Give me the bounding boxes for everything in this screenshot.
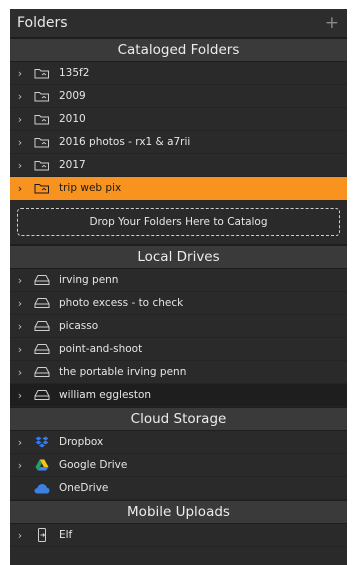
drive-label: irving penn: [59, 274, 119, 286]
chevron-right-icon[interactable]: ›: [16, 182, 24, 195]
chevron-right-icon[interactable]: ›: [16, 320, 24, 333]
chevron-right-icon[interactable]: ›: [16, 529, 24, 542]
chevron-right-icon[interactable]: ›: [16, 159, 24, 172]
mobile-device-icon: [32, 527, 52, 543]
chevron-right-icon[interactable]: ›: [16, 136, 24, 149]
folders-panel: Folders + Cataloged Folders › 135f2 › 20…: [10, 9, 347, 565]
cloud-row-dropbox[interactable]: › Dropbox: [10, 431, 347, 454]
section-header-cloud-storage[interactable]: Cloud Storage: [10, 407, 347, 431]
folder-label: 2016 photos - rx1 & a7rii: [59, 136, 191, 148]
drive-row[interactable]: › william eggleston: [10, 384, 347, 407]
drop-zone-wrapper: Drop Your Folders Here to Catalog: [10, 200, 347, 245]
hard-drive-icon: [32, 318, 52, 334]
drive-label: point-and-shoot: [59, 343, 143, 355]
folder-label: 2009: [59, 90, 86, 102]
chevron-right-icon[interactable]: ›: [16, 113, 24, 126]
chevron-right-icon[interactable]: ›: [16, 459, 24, 472]
catalog-folder-icon: [32, 65, 52, 81]
mobile-device-label: Elf: [59, 529, 73, 541]
folder-label: 2010: [59, 113, 86, 125]
drop-folders-zone[interactable]: Drop Your Folders Here to Catalog: [17, 208, 340, 236]
folder-label: trip web pix: [59, 182, 122, 194]
cloud-row-google-drive[interactable]: › Google Drive: [10, 454, 347, 477]
folder-label: 135f2: [59, 67, 90, 79]
chevron-right-icon[interactable]: ›: [16, 274, 24, 287]
drive-label: william eggleston: [59, 389, 152, 401]
hard-drive-icon: [32, 295, 52, 311]
drive-row[interactable]: › the portable irving penn: [10, 361, 347, 384]
drive-row[interactable]: › picasso: [10, 315, 347, 338]
drive-row[interactable]: › point-and-shoot: [10, 338, 347, 361]
catalog-folder-icon: [32, 111, 52, 127]
add-folder-button[interactable]: +: [325, 14, 339, 32]
cloud-label: Google Drive: [59, 459, 128, 471]
google-drive-icon: [32, 457, 52, 473]
cloud-label: Dropbox: [59, 436, 104, 448]
folder-row[interactable]: › 2010: [10, 108, 347, 131]
catalog-folder-icon: [32, 134, 52, 150]
drive-row[interactable]: › photo excess - to check: [10, 292, 347, 315]
mobile-device-row[interactable]: › Elf: [10, 524, 347, 547]
folder-row[interactable]: › 2016 photos - rx1 & a7rii: [10, 131, 347, 154]
drive-label: the portable irving penn: [59, 366, 187, 378]
hard-drive-icon: [32, 272, 52, 288]
onedrive-icon: [32, 480, 52, 496]
chevron-right-icon[interactable]: ›: [16, 67, 24, 80]
chevron-right-icon[interactable]: ›: [16, 436, 24, 449]
chevron-right-icon[interactable]: ›: [16, 90, 24, 103]
hard-drive-icon: [32, 364, 52, 380]
chevron-right-icon[interactable]: ›: [16, 297, 24, 310]
catalog-folder-icon: [32, 157, 52, 173]
folder-row[interactable]: › 135f2: [10, 62, 347, 85]
panel-title: Folders: [17, 15, 68, 31]
folder-row[interactable]: › 2009: [10, 85, 347, 108]
drive-row[interactable]: › irving penn: [10, 269, 347, 292]
chevron-right-icon[interactable]: ›: [16, 366, 24, 379]
folder-row[interactable]: › 2017: [10, 154, 347, 177]
drive-label: picasso: [59, 320, 99, 332]
section-header-cataloged[interactable]: Cataloged Folders: [10, 38, 347, 62]
section-header-mobile-uploads[interactable]: Mobile Uploads: [10, 500, 347, 524]
chevron-right-icon[interactable]: ›: [16, 343, 24, 356]
folder-row-selected[interactable]: › trip web pix: [10, 177, 347, 200]
folder-label: 2017: [59, 159, 86, 171]
cloud-row-onedrive[interactable]: › OneDrive: [10, 477, 347, 500]
panel-header: Folders +: [10, 9, 347, 38]
catalog-folder-icon: [32, 88, 52, 104]
drive-label: photo excess - to check: [59, 297, 184, 309]
section-header-local-drives[interactable]: Local Drives: [10, 245, 347, 269]
cloud-label: OneDrive: [59, 482, 109, 494]
catalog-folder-icon: [32, 180, 52, 196]
dropbox-icon: [32, 434, 52, 450]
hard-drive-icon: [32, 341, 52, 357]
chevron-right-icon[interactable]: ›: [16, 389, 24, 402]
hard-drive-icon: [32, 387, 52, 403]
